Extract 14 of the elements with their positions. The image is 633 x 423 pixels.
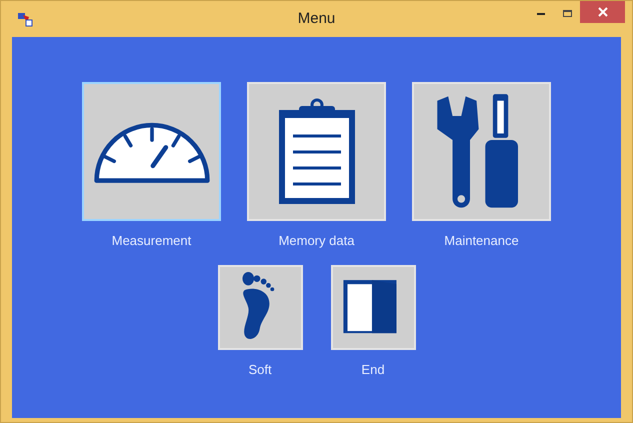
menu-tile-button[interactable] [82, 82, 221, 221]
tile-label: Maintenance [444, 232, 519, 250]
menu-tile-button[interactable] [330, 264, 416, 350]
tile-label: Memory data [278, 232, 354, 250]
menu-tile-button[interactable] [412, 82, 551, 221]
tile-label: Soft [248, 360, 272, 378]
tile-label: Measurement [112, 232, 192, 250]
window-title: Menu [298, 8, 336, 29]
menu-tile-button[interactable] [247, 82, 386, 221]
app-icon [17, 11, 33, 27]
close-icon [598, 7, 608, 17]
tile-label: End [361, 360, 385, 378]
menu-tile-button[interactable] [218, 264, 302, 350]
close-button[interactable] [580, 1, 625, 23]
